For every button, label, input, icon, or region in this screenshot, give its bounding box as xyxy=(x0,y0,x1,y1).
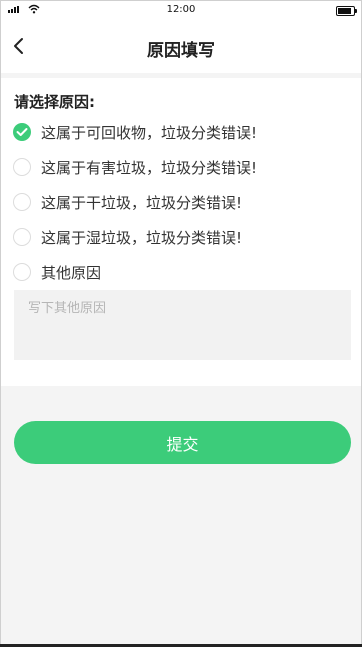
option-dry-waste[interactable]: 这属于干垃圾，垃圾分类错误! xyxy=(13,190,242,214)
option-wet-waste[interactable]: 这属于湿垃圾，垃圾分类错误! xyxy=(13,225,242,249)
navigation-bar: 原因填写 xyxy=(1,19,361,73)
page-title: 原因填写 xyxy=(147,41,215,61)
option-label: 其他原因 xyxy=(41,263,102,282)
reason-form: 请选择原因: 这属于可回收物，垃圾分类错误! 这属于有害垃圾，垃圾分类错误! 这… xyxy=(1,78,361,386)
battery-icon xyxy=(336,6,357,16)
radio-unchecked-icon[interactable] xyxy=(13,263,31,281)
phone-frame: 12:00 原因填写 请选择原因: 这属于可回收物，垃圾分类错误! 这属于有害垃… xyxy=(0,0,362,647)
form-prompt: 请选择原因: xyxy=(14,93,95,111)
option-label: 这属于有害垃圾，垃圾分类错误! xyxy=(41,158,258,177)
option-label: 这属于可回收物，垃圾分类错误! xyxy=(41,123,258,142)
status-time: 12:00 xyxy=(166,4,196,15)
status-bar: 12:00 xyxy=(1,1,361,19)
radio-unchecked-icon[interactable] xyxy=(13,158,31,176)
option-hazardous[interactable]: 这属于有害垃圾，垃圾分类错误! xyxy=(13,155,257,179)
radio-checked-icon[interactable] xyxy=(13,123,31,141)
option-other[interactable]: 其他原因 xyxy=(13,260,101,284)
option-label: 这属于干垃圾，垃圾分类错误! xyxy=(41,193,243,212)
radio-unchecked-icon[interactable] xyxy=(13,228,31,246)
option-label: 这属于湿垃圾，垃圾分类错误! xyxy=(41,228,243,247)
other-reason-input[interactable] xyxy=(14,290,351,360)
submit-button[interactable]: 提交 xyxy=(14,421,351,464)
radio-unchecked-icon[interactable] xyxy=(13,193,31,211)
option-recyclable[interactable]: 这属于可回收物，垃圾分类错误! xyxy=(13,120,257,144)
